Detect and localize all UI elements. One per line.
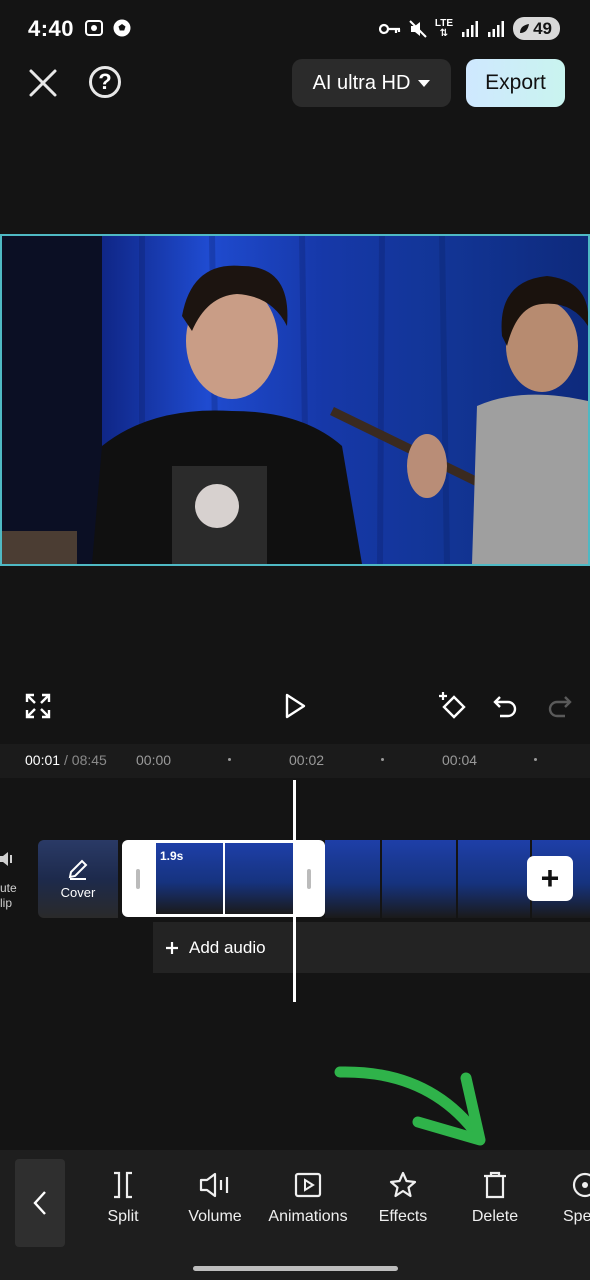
home-indicator[interactable] — [193, 1266, 398, 1271]
ruler-tick: 00:00 — [136, 752, 172, 768]
add-audio-button[interactable]: Add audio — [153, 922, 590, 973]
clip-trim-handle-right[interactable] — [307, 869, 311, 889]
delete-icon — [484, 1171, 506, 1199]
quality-label: AI ultra HD — [312, 71, 411, 94]
tool-volume[interactable]: Volume — [170, 1170, 260, 1226]
signal-icon — [462, 20, 479, 37]
help-icon: ? — [98, 69, 112, 94]
clip-thumbnail — [325, 840, 380, 918]
selected-clip-frames: 1.9s — [156, 843, 293, 914]
help-button[interactable]: ? — [89, 66, 121, 98]
soccer-ball-icon — [113, 19, 131, 37]
tool-label: Split — [107, 1208, 139, 1225]
signal-icon-2 — [488, 20, 505, 37]
toolbar-back-button[interactable] — [15, 1159, 65, 1247]
tool-label: Animations — [268, 1208, 348, 1225]
status-system-icons: LTE ⇅ 49 — [378, 17, 560, 40]
edit-pencil-icon — [68, 859, 88, 880]
undo-icon — [493, 696, 517, 718]
add-clip-button[interactable]: + — [527, 856, 573, 901]
split-icon — [114, 1171, 132, 1199]
cover-button[interactable]: Cover — [38, 840, 118, 918]
effects-icon — [389, 1171, 417, 1198]
tool-effects[interactable]: Effects — [358, 1170, 448, 1226]
quality-dropdown[interactable]: AI ultra HD — [292, 59, 451, 107]
undo-button[interactable] — [488, 689, 522, 723]
tool-label: Spe — [563, 1208, 590, 1225]
fullscreen-icon — [25, 693, 51, 719]
clip-thumbnail — [225, 843, 293, 914]
tool-split[interactable]: Split — [78, 1170, 168, 1226]
mute-clip-button[interactable] — [0, 850, 14, 868]
plus-icon: + — [540, 860, 560, 896]
close-icon — [29, 69, 57, 97]
network-type: LTE ⇅ — [434, 17, 454, 39]
chevron-down-icon — [418, 79, 431, 87]
status-time: 4:40 — [28, 16, 75, 41]
screenshot-icon — [85, 20, 103, 36]
plus-icon — [166, 941, 178, 954]
battery-indicator: 49 — [513, 17, 560, 40]
volume-icon — [0, 852, 12, 866]
video-preview[interactable] — [0, 234, 590, 566]
ruler-tick: 00:04 — [442, 752, 478, 768]
tool-delete[interactable]: Delete — [450, 1170, 540, 1226]
mute-icon — [409, 19, 427, 38]
mute-clip-label: ute lip — [0, 881, 17, 910]
cover-label: Cover — [60, 885, 96, 900]
clip-duration: 1.9s — [160, 849, 184, 863]
redo-button[interactable] — [543, 689, 577, 723]
chevron-left-icon — [33, 1191, 46, 1215]
tool-label: Delete — [471, 1208, 519, 1225]
speed-icon — [572, 1172, 590, 1198]
tool-label: Effects — [378, 1208, 428, 1225]
add-audio-label: Add audio — [189, 937, 266, 957]
play-button[interactable] — [278, 689, 312, 723]
volume-icon — [199, 1172, 229, 1198]
ruler-dot — [228, 758, 231, 761]
redo-icon — [548, 696, 572, 718]
battery-saver-icon — [520, 23, 530, 33]
tool-label: Volume — [188, 1208, 242, 1225]
keyframe-button[interactable] — [436, 689, 470, 723]
playhead[interactable] — [293, 780, 296, 1002]
annotation-arrow — [334, 1066, 486, 1146]
keyframe-add-icon — [439, 692, 466, 719]
ruler-dot — [381, 758, 384, 761]
close-button[interactable] — [26, 66, 60, 100]
total-duration: / 08:45 — [64, 752, 107, 768]
ruler-tick: 00:02 — [289, 752, 325, 768]
export-button[interactable]: Export — [466, 59, 565, 107]
tool-speed[interactable]: Spe — [540, 1170, 590, 1226]
ruler-dot — [534, 758, 537, 761]
tool-animations[interactable]: Animations — [263, 1170, 353, 1226]
clip-trim-handle-left[interactable] — [136, 869, 140, 889]
clip-thumbnail — [458, 840, 530, 918]
vpn-key-icon — [378, 23, 401, 34]
clip-thumbnail — [382, 840, 456, 918]
status-notification-icons — [84, 18, 132, 38]
play-icon — [285, 693, 306, 719]
fullscreen-button[interactable] — [21, 689, 55, 723]
animations-icon — [294, 1172, 322, 1198]
video-frame-image — [2, 236, 588, 564]
current-time: 00:01 — [25, 752, 61, 768]
